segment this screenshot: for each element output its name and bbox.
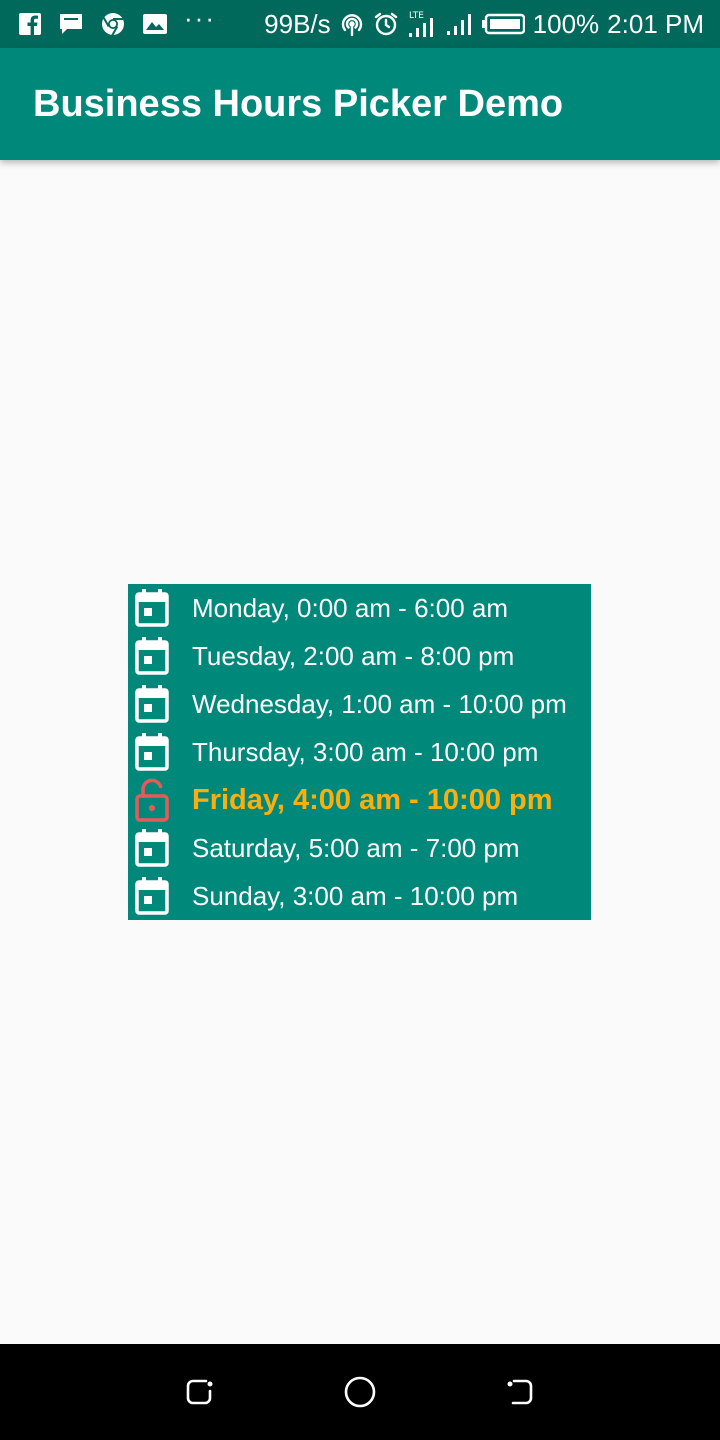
message-icon <box>58 12 84 36</box>
signal-icon <box>445 11 473 37</box>
business-hours-list: Monday, 0:00 am - 6:00 am Tuesday, 2:00 … <box>128 584 591 920</box>
unlock-icon <box>134 778 170 822</box>
calendar-icon <box>134 684 170 724</box>
hours-label: Saturday, 5:00 am - 7:00 pm <box>192 832 520 863</box>
hours-label: Sunday, 3:00 am - 10:00 pm <box>192 880 519 911</box>
system-status: 99B/s LTE 100% 2:01 PM <box>264 9 704 40</box>
home-icon[interactable] <box>340 1372 380 1412</box>
recent-apps-icon[interactable] <box>180 1372 220 1412</box>
hours-row-friday[interactable]: Friday, 4:00 am - 10:00 pm <box>128 776 591 824</box>
app-title: Business Hours Picker Demo <box>33 82 564 125</box>
hours-row-tuesday[interactable]: Tuesday, 2:00 am - 8:00 pm <box>128 632 591 680</box>
hours-row-wednesday[interactable]: Wednesday, 1:00 am - 10:00 pm <box>128 680 591 728</box>
hours-row-saturday[interactable]: Saturday, 5:00 am - 7:00 pm <box>128 824 591 872</box>
navigation-bar <box>0 1344 720 1440</box>
alarm-icon <box>373 11 399 37</box>
hotspot-icon <box>339 11 365 37</box>
hours-label: Friday, 4:00 am - 10:00 pm <box>192 783 553 816</box>
hours-label: Monday, 0:00 am - 6:00 am <box>192 592 509 623</box>
hours-row-monday[interactable]: Monday, 0:00 am - 6:00 am <box>128 584 591 632</box>
hours-label: Thursday, 3:00 am - 10:00 pm <box>192 736 539 767</box>
facebook-icon <box>18 12 42 36</box>
lte-label: LTE <box>409 11 424 21</box>
hours-label: Wednesday, 1:00 am - 10:00 pm <box>192 688 567 719</box>
gallery-icon <box>142 13 168 35</box>
hours-row-thursday[interactable]: Thursday, 3:00 am - 10:00 pm <box>128 728 591 776</box>
calendar-icon <box>134 732 170 772</box>
hours-row-sunday[interactable]: Sunday, 3:00 am - 10:00 pm <box>128 872 591 920</box>
battery-icon <box>481 13 525 35</box>
battery-percent: 100% <box>532 8 600 39</box>
notification-icons: ··· <box>18 5 216 37</box>
calendar-icon <box>134 876 170 916</box>
more-dots-icon: ··· <box>184 3 216 33</box>
app-bar: Business Hours Picker Demo <box>0 48 720 160</box>
back-icon[interactable] <box>500 1372 540 1412</box>
chrome-icon <box>100 11 126 37</box>
calendar-icon <box>134 828 170 868</box>
signal-lte-icon: LTE <box>407 9 437 39</box>
clock: 2:01 PM <box>607 8 704 39</box>
hours-label: Tuesday, 2:00 am - 8:00 pm <box>192 640 515 671</box>
calendar-icon <box>134 588 170 628</box>
calendar-icon <box>134 636 170 676</box>
status-bar: ··· 99B/s LTE 100% 2:01 PM <box>0 0 720 48</box>
net-speed: 99B/s <box>264 8 331 39</box>
